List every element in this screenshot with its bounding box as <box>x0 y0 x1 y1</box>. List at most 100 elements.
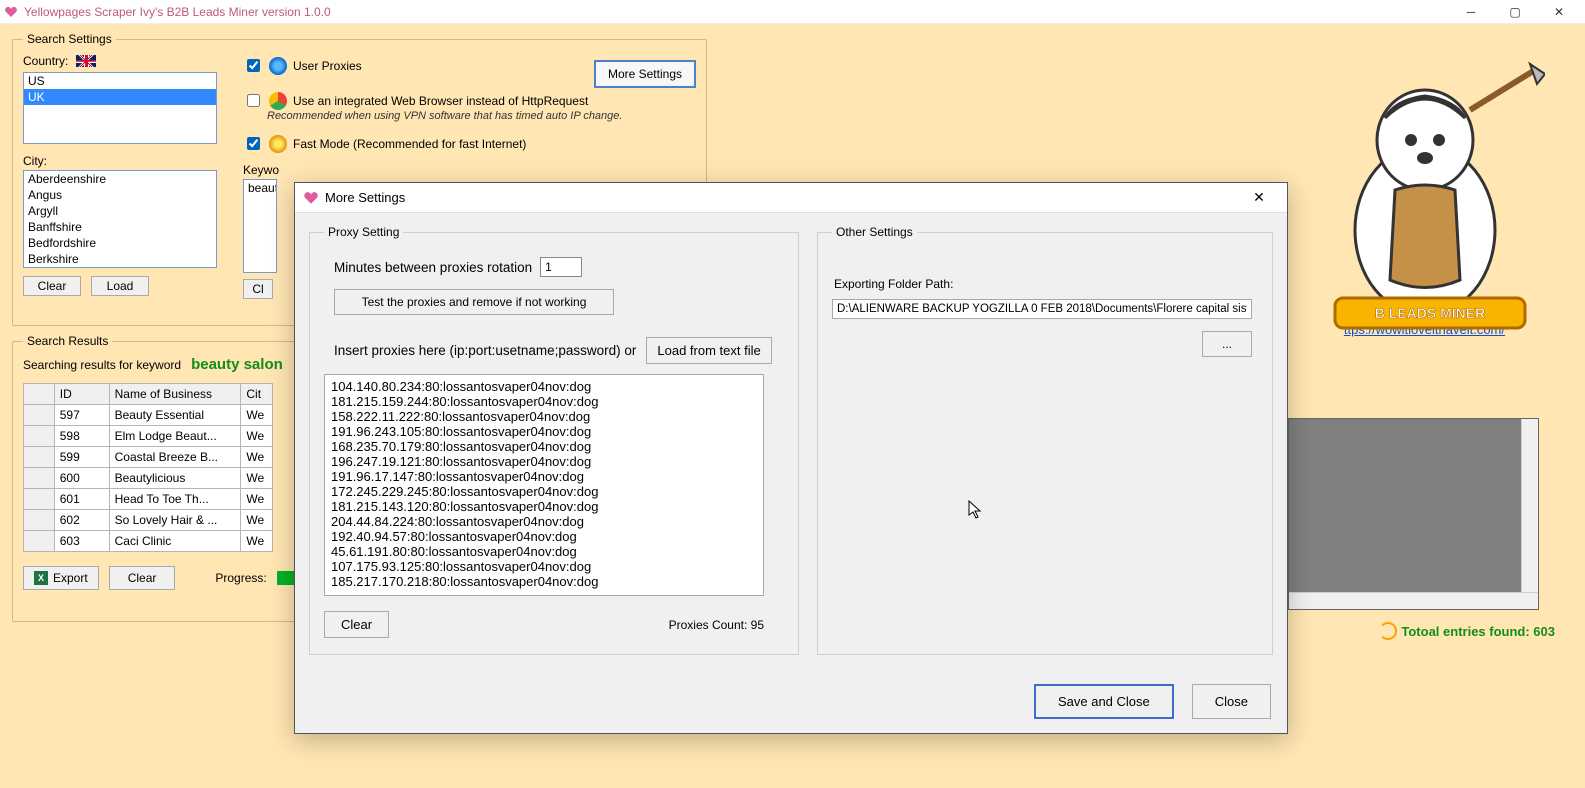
cell-id: 600 <box>54 468 109 489</box>
other-settings-legend: Other Settings <box>832 225 917 239</box>
searching-keyword: beauty salon <box>191 356 283 373</box>
table-row[interactable]: 601Head To Toe Th...We <box>24 489 273 510</box>
test-proxies-button[interactable]: Test the proxies and remove if not worki… <box>334 289 614 315</box>
rotation-input[interactable] <box>540 257 582 277</box>
keywords-clear-button[interactable]: Cl <box>243 279 273 299</box>
use-browser-hint: Recommended when using VPN software that… <box>267 110 696 122</box>
city-item[interactable]: Berkshire <box>24 251 216 267</box>
cell-city: We <box>241 426 273 447</box>
dialog-close-button[interactable]: Close <box>1192 684 1271 719</box>
progress-bar <box>277 571 295 585</box>
export-label: Export <box>53 571 88 585</box>
country-label: Country: <box>23 54 68 68</box>
fast-mode-checkbox[interactable] <box>247 137 260 150</box>
keyword-item[interactable]: beauty <box>244 180 276 196</box>
col-id[interactable]: ID <box>54 384 109 405</box>
table-header-row: ID Name of Business Cit <box>24 384 273 405</box>
total-entries-label: Totoal entries found: 603 <box>1401 624 1555 639</box>
cell-city: We <box>241 510 273 531</box>
cell-name: Beautylicious <box>109 468 241 489</box>
table-row[interactable]: 602So Lovely Hair & ...We <box>24 510 273 531</box>
dialog-title: More Settings <box>325 190 405 205</box>
cell-id: 599 <box>54 447 109 468</box>
cell-id: 597 <box>54 405 109 426</box>
table-row[interactable]: 597Beauty EssentialWe <box>24 405 273 426</box>
proxies-count-label: Proxies Count: 95 <box>669 618 764 632</box>
preview-scrollbar-v[interactable] <box>1521 419 1538 592</box>
col-name[interactable]: Name of Business <box>109 384 241 405</box>
total-entries-row: Totoal entries found: 603 <box>1379 622 1555 640</box>
progress-label: Progress: <box>215 571 266 585</box>
fast-mode-label: Fast Mode (Recommended for fast Internet… <box>293 137 526 151</box>
row-selector[interactable] <box>24 489 55 510</box>
country-item[interactable]: US <box>24 73 216 89</box>
use-browser-label: Use an integrated Web Browser instead of… <box>293 94 588 108</box>
fast-mode-row: Fast Mode (Recommended for fast Internet… <box>243 134 696 153</box>
row-header-blank <box>24 384 55 405</box>
more-settings-dialog: More Settings ✕ Proxy Setting Minutes be… <box>294 182 1288 734</box>
mascot-image: B LEADS MINER <box>1305 50 1545 330</box>
cell-city: We <box>241 468 273 489</box>
export-path-input[interactable] <box>832 299 1252 319</box>
main-panel: Search Settings More Settings Country: U… <box>0 24 1585 788</box>
window-close-button[interactable]: ✕ <box>1537 1 1581 23</box>
row-selector[interactable] <box>24 426 55 447</box>
window-minimize-button[interactable]: ─ <box>1449 1 1493 23</box>
browse-folder-button[interactable]: ... <box>1202 331 1252 357</box>
cell-city: We <box>241 405 273 426</box>
cell-id: 603 <box>54 531 109 552</box>
preview-scrollbar-h[interactable] <box>1289 592 1538 609</box>
city-item[interactable]: Angus <box>24 187 216 203</box>
city-item[interactable]: Aberdeenshire <box>24 171 216 187</box>
table-row[interactable]: 598Elm Lodge Beaut...We <box>24 426 273 447</box>
more-settings-button[interactable]: More Settings <box>594 60 696 88</box>
user-proxies-label: User Proxies <box>293 59 362 73</box>
cell-name: Caci Clinic <box>109 531 241 552</box>
city-label: City: <box>23 154 223 168</box>
use-browser-checkbox[interactable] <box>247 94 260 107</box>
city-clear-button[interactable]: Clear <box>23 276 81 296</box>
row-selector[interactable] <box>24 405 55 426</box>
city-listbox[interactable]: AberdeenshireAngusArgyllBanffshireBedfor… <box>23 170 217 268</box>
cell-id: 598 <box>54 426 109 447</box>
city-item[interactable]: Argyll <box>24 203 216 219</box>
proxy-setting-legend: Proxy Setting <box>324 225 403 239</box>
globe-icon <box>269 57 287 75</box>
cell-name: Head To Toe Th... <box>109 489 241 510</box>
load-from-file-button[interactable]: Load from text file <box>646 337 771 364</box>
country-listbox[interactable]: USUK <box>23 72 217 144</box>
export-button[interactable]: X Export <box>23 566 99 590</box>
proxies-clear-button[interactable]: Clear <box>324 611 389 638</box>
dialog-close-icon[interactable]: ✕ <box>1239 189 1279 206</box>
results-clear-button[interactable]: Clear <box>109 566 176 590</box>
col-city[interactable]: Cit <box>241 384 273 405</box>
city-item[interactable]: Bedfordshire <box>24 235 216 251</box>
svg-text:B LEADS MINER: B LEADS MINER <box>1375 305 1485 321</box>
use-browser-row: Use an integrated Web Browser instead of… <box>243 91 696 110</box>
row-selector[interactable] <box>24 447 55 468</box>
country-item[interactable]: UK <box>24 89 216 105</box>
export-path-label: Exporting Folder Path: <box>834 277 1258 291</box>
dialog-titlebar: More Settings ✕ <box>295 183 1287 213</box>
city-item[interactable]: Banffshire <box>24 219 216 235</box>
window-maximize-button[interactable]: ▢ <box>1493 1 1537 23</box>
keywords-label: Keywo <box>243 163 696 177</box>
user-proxies-checkbox[interactable] <box>247 59 260 72</box>
city-load-button[interactable]: Load <box>91 276 149 296</box>
cell-name: Elm Lodge Beaut... <box>109 426 241 447</box>
table-row[interactable]: 600BeautyliciousWe <box>24 468 273 489</box>
keywords-listbox[interactable]: beauty <box>243 179 277 273</box>
row-selector[interactable] <box>24 510 55 531</box>
proxies-textarea[interactable] <box>324 374 764 596</box>
city-item[interactable]: Berwickshire <box>24 267 216 268</box>
table-row[interactable]: 599Coastal Breeze B...We <box>24 447 273 468</box>
row-selector[interactable] <box>24 531 55 552</box>
lightning-icon <box>269 135 287 153</box>
results-table[interactable]: ID Name of Business Cit 597Beauty Essent… <box>23 383 273 552</box>
table-row[interactable]: 603Caci ClinicWe <box>24 531 273 552</box>
search-results-legend: Search Results <box>23 334 112 348</box>
row-selector[interactable] <box>24 468 55 489</box>
save-and-close-button[interactable]: Save and Close <box>1034 684 1174 719</box>
other-settings-group: Other Settings Exporting Folder Path: ..… <box>817 225 1273 655</box>
uk-flag-icon <box>76 55 96 67</box>
